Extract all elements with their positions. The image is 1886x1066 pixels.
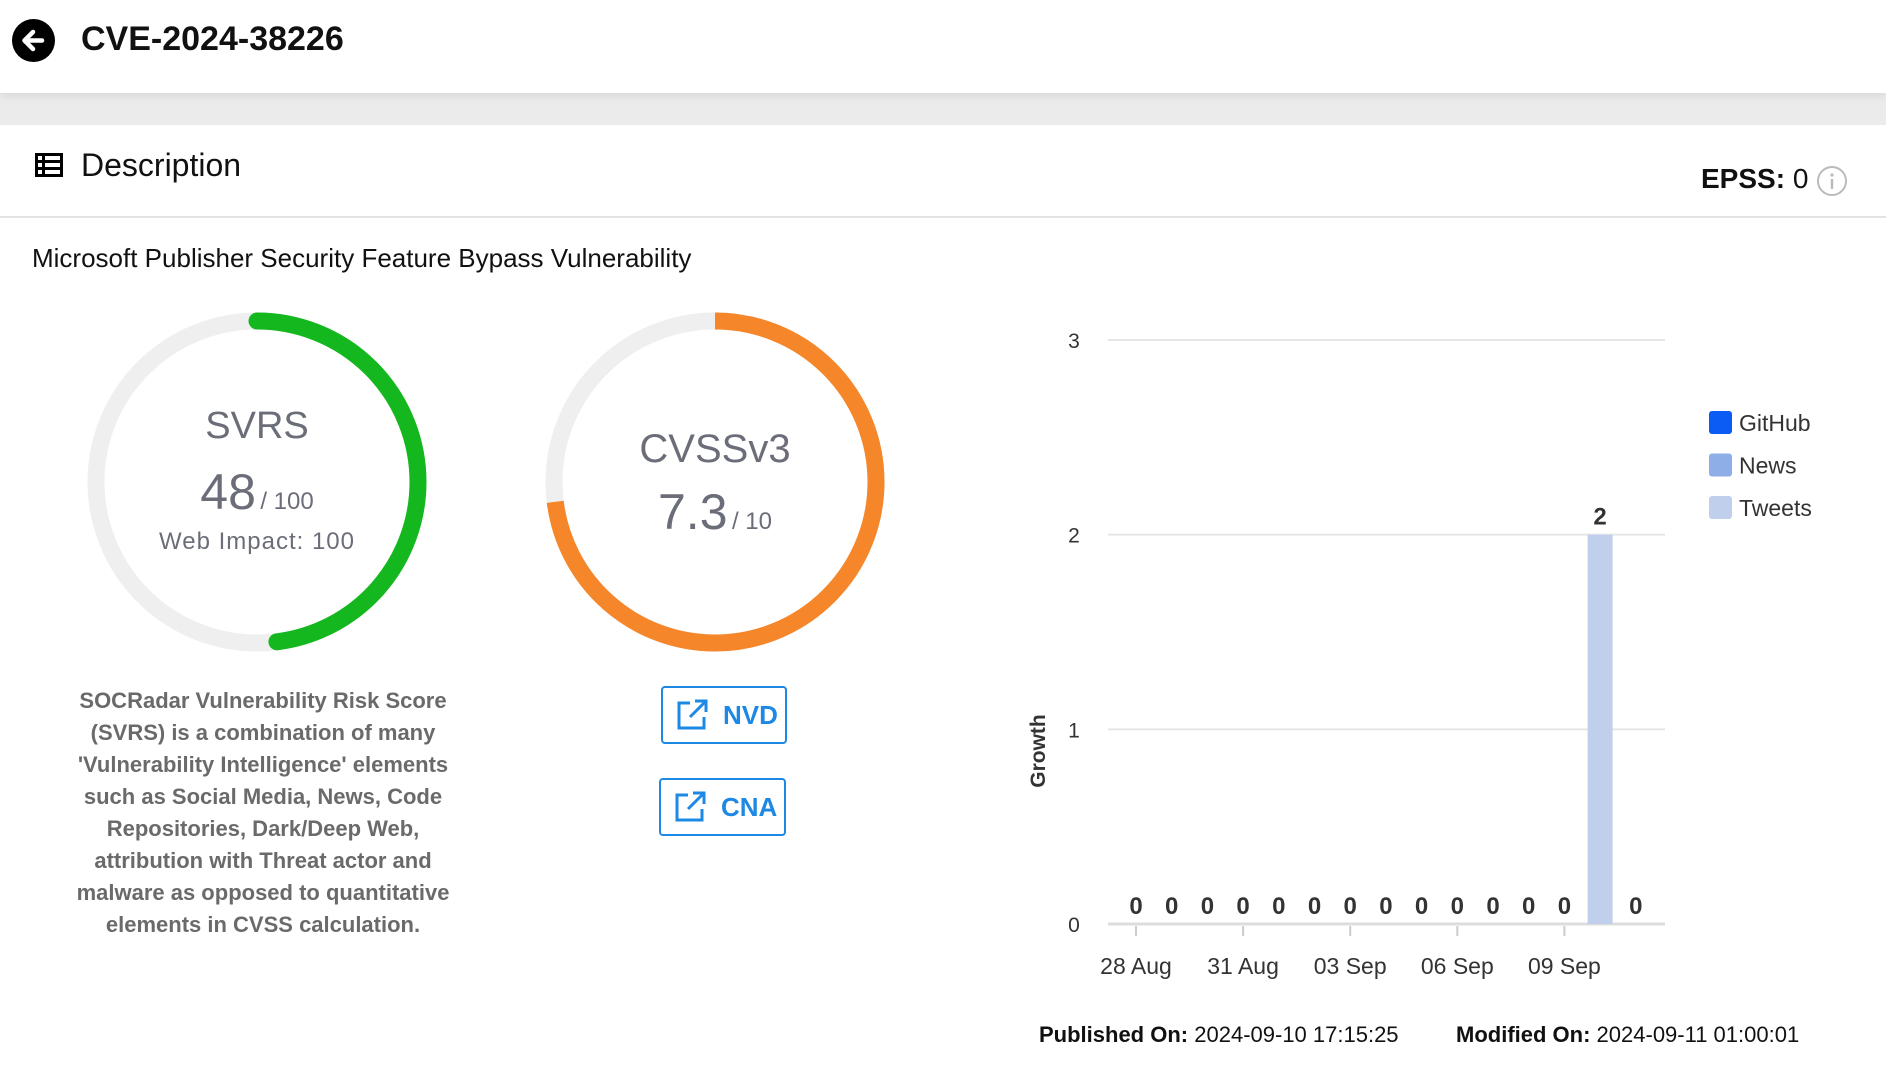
data-label: 0 <box>1344 893 1357 920</box>
modified-value: 2024-09-11 01:00:01 <box>1596 1022 1800 1047</box>
data-label: 0 <box>1129 893 1142 920</box>
back-button[interactable] <box>12 19 55 62</box>
y-axis-label: Growth <box>1027 714 1050 788</box>
modified-label: Modified On: <box>1456 1022 1591 1047</box>
x-tick-label: 06 Sep <box>1421 953 1494 979</box>
data-label: 0 <box>1486 893 1499 920</box>
growth-chart: 0123Growth028 Aug0 0 031 Aug0 0 003 Sep0 0 006… <box>1027 330 1812 979</box>
x-tick-label: 31 Aug <box>1207 953 1279 979</box>
x-tick-label: 03 Sep <box>1314 953 1387 979</box>
data-label: 0 <box>1236 893 1249 920</box>
data-label: 0 <box>1522 893 1535 920</box>
x-tick-label: 09 Sep <box>1528 953 1601 979</box>
data-label: 0 <box>1308 893 1321 920</box>
page-title: CVE-2024-38226 <box>81 20 344 58</box>
published-on: Published On: 2024-09-10 17:15:25 <box>1039 1022 1399 1048</box>
modified-on: Modified On: 2024-09-11 01:00:01 <box>1456 1022 1799 1048</box>
y-tick-label: 0 <box>1068 914 1080 937</box>
data-label: 0 <box>1201 893 1214 920</box>
data-label: 0 <box>1451 893 1464 920</box>
legend-swatch <box>1709 453 1732 477</box>
data-label: 0 <box>1558 893 1571 920</box>
legend-label: Tweets <box>1739 495 1812 521</box>
legend-swatch <box>1709 411 1732 434</box>
data-label: 0 <box>1415 893 1428 920</box>
published-value: 2024-09-10 17:15:25 <box>1194 1022 1399 1047</box>
y-tick-label: 3 <box>1068 330 1080 353</box>
data-label: 2 <box>1593 504 1606 531</box>
legend-label: GitHub <box>1739 410 1811 436</box>
published-label: Published On: <box>1039 1022 1189 1047</box>
top-bar: CVE-2024-38226 <box>0 0 1886 93</box>
data-label: 0 <box>1629 893 1642 920</box>
x-tick-label: 28 Aug <box>1100 953 1172 979</box>
data-label: 0 <box>1272 893 1285 920</box>
arrow-left-icon <box>22 29 45 52</box>
legend-swatch <box>1709 496 1732 519</box>
data-label: 0 <box>1379 893 1392 920</box>
data-label: 0 <box>1165 893 1178 920</box>
y-tick-label: 2 <box>1068 525 1080 548</box>
legend-label: News <box>1739 453 1797 479</box>
y-tick-label: 1 <box>1068 719 1080 742</box>
bar-tweets <box>1587 534 1613 924</box>
description-card: Description EPSS: 0 Microsoft Publisher … <box>0 125 1886 1066</box>
